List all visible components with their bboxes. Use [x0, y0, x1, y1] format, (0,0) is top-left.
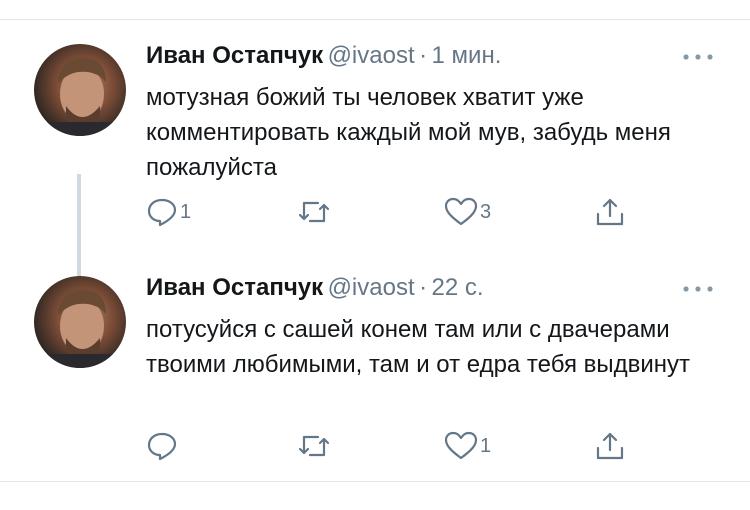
tweet-text: потусуйся с сашей конем там или с двачер… [146, 316, 691, 378]
separator-dot: · [419, 42, 428, 69]
reply-icon [147, 198, 177, 227]
tweet-actions: 1 3 [146, 196, 626, 232]
separator-dot: · [419, 274, 428, 301]
tweet-header: Иван Остапчук @ivaost · 22 с. [146, 274, 484, 304]
avatar[interactable] [34, 276, 126, 368]
like-button[interactable]: 1 [444, 430, 491, 462]
tweet-header: Иван Остапчук @ivaost · 1 мин. [146, 42, 501, 72]
timestamp[interactable]: 22 с. [432, 274, 484, 301]
author-name[interactable]: Иван Остапчук [146, 42, 323, 69]
author-name[interactable]: Иван Остапчук [146, 274, 323, 301]
more-options-icon[interactable] [680, 282, 716, 296]
like-count: 1 [480, 434, 492, 457]
share-icon [596, 198, 624, 226]
top-divider [0, 19, 750, 20]
avatar[interactable] [34, 44, 126, 136]
share-button[interactable] [594, 196, 626, 228]
share-button[interactable] [594, 430, 626, 462]
reply-button[interactable] [146, 430, 180, 462]
bottom-divider [0, 481, 750, 482]
retweet-icon [298, 201, 330, 223]
timestamp[interactable]: 1 мин. [432, 42, 502, 69]
retweet-icon [298, 435, 330, 457]
reply-button[interactable]: 1 [146, 196, 191, 228]
like-button[interactable]: 3 [444, 196, 491, 228]
tweet-text: мотузная божий ты человек хватит уже ком… [146, 84, 671, 181]
reply-icon [147, 432, 177, 461]
like-icon [444, 431, 478, 460]
tweet[interactable]: Иван Остапчук @ivaost · 1 мин. мотузная … [0, 28, 750, 298]
retweet-button[interactable] [296, 430, 334, 462]
reply-count: 1 [180, 200, 192, 223]
more-options-icon[interactable] [680, 50, 716, 64]
like-count: 3 [480, 200, 492, 223]
like-icon [444, 197, 478, 226]
share-icon [596, 432, 624, 460]
author-handle[interactable]: @ivaost [328, 42, 415, 69]
retweet-button[interactable] [296, 196, 334, 228]
tweet-actions: 1 [146, 430, 626, 466]
author-handle[interactable]: @ivaost [328, 274, 415, 301]
tweet[interactable]: Иван Остапчук @ivaost · 22 с. потусуйся … [0, 260, 750, 490]
